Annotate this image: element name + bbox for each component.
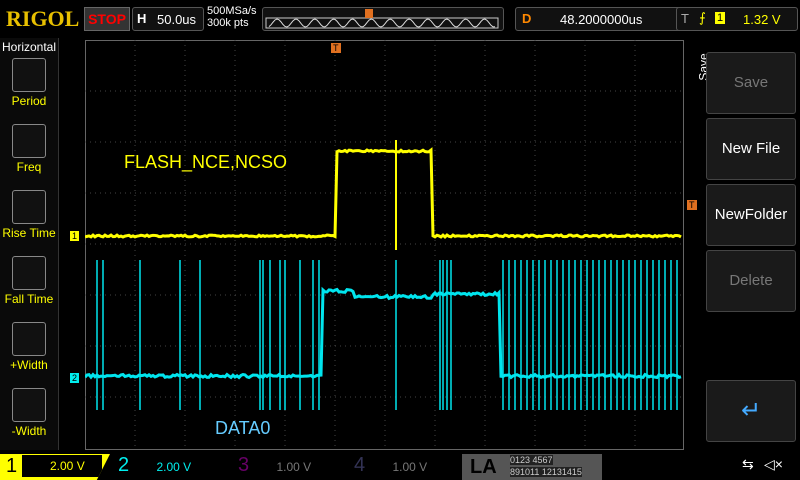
- measure-icon: [12, 388, 46, 422]
- delay-box[interactable]: D 48.2000000us: [515, 7, 697, 31]
- delay-value: 48.2000000us: [560, 12, 642, 27]
- ch4-num: 4: [354, 454, 365, 476]
- trigger-level-marker[interactable]: T: [687, 200, 697, 210]
- delete-button[interactable]: Delete: [706, 250, 796, 312]
- measure-icon: [12, 190, 46, 224]
- menu-item-label: Freq: [17, 160, 42, 174]
- run-stop-status[interactable]: STOP: [84, 7, 130, 31]
- ch2-num: 2: [118, 454, 129, 476]
- timebase-value: 50.0us: [157, 12, 196, 27]
- measure-icon: [12, 256, 46, 290]
- ch1-num: 1: [6, 455, 17, 478]
- menu-item-period[interactable]: Period: [2, 58, 56, 108]
- return-arrow-icon: ↵: [741, 397, 761, 424]
- la-label: LA: [470, 456, 497, 479]
- t-label: T: [681, 11, 689, 26]
- annotation-ch1: FLASH_NCE,NCSO: [124, 152, 287, 173]
- trigger-position-marker[interactable]: T: [331, 43, 341, 53]
- ch2-trace: [85, 290, 681, 378]
- overview-wave: [263, 8, 503, 30]
- menu-item-freq[interactable]: Freq: [2, 124, 56, 174]
- h-label: H: [137, 11, 146, 26]
- rising-edge-icon: ⨍: [699, 10, 706, 26]
- waveform-grid: [85, 40, 685, 450]
- timebase-box[interactable]: H 50.0us: [132, 7, 204, 31]
- menu-item-fall-time[interactable]: Fall Time: [2, 256, 56, 306]
- la-row1: 0123 4567: [510, 455, 553, 465]
- menu-item--width[interactable]: -Width: [2, 388, 56, 438]
- new-file-button[interactable]: New File: [706, 118, 796, 180]
- trigger-level: 1.32 V: [743, 12, 781, 27]
- memory-depth: 300k pts: [207, 17, 257, 29]
- measure-icon: [12, 322, 46, 356]
- trigger-box[interactable]: T ⨍ 1 1.32 V: [676, 7, 798, 31]
- rigol-logo: RIGOL: [6, 6, 79, 32]
- la-row2: 891011 12131415: [510, 467, 582, 477]
- annotation-ch2: DATA0: [215, 418, 270, 439]
- ch2-scale: 2.00 V: [156, 460, 191, 474]
- ch4-scale: 1.00 V: [392, 460, 427, 474]
- ch3-scale: 1.00 V: [276, 460, 311, 474]
- acq-info: 500MSa/s 300k pts: [207, 5, 257, 29]
- menu-item-label: -Width: [12, 424, 47, 438]
- ch2-marker[interactable]: 2: [70, 373, 79, 383]
- measure-icon: [12, 58, 46, 92]
- ch1-setting[interactable]: 1 2.00 V: [0, 454, 110, 480]
- menu-item-label: Period: [12, 94, 47, 108]
- la-setting[interactable]: LA 0123 4567 891011 12131415: [462, 454, 602, 480]
- menu-item-rise-time[interactable]: Rise Time: [2, 190, 56, 240]
- speaker-mute-icon[interactable]: ◁×: [764, 456, 783, 473]
- menu-item-label: +Width: [10, 358, 48, 372]
- ch2-setting[interactable]: 2 2.00 V: [118, 454, 191, 480]
- menu-item-label: Fall Time: [5, 292, 54, 306]
- ch4-setting[interactable]: 4 1.00 V: [354, 454, 427, 480]
- trigger-source: 1: [715, 12, 725, 24]
- usb-icon: ⇆: [742, 456, 754, 473]
- menu-item-label: Rise Time: [2, 226, 55, 240]
- menu-item--width[interactable]: +Width: [2, 322, 56, 372]
- ch1-scale: 2.00 V: [22, 455, 102, 477]
- measure-icon: [12, 124, 46, 158]
- ch3-num: 3: [238, 454, 249, 476]
- new-folder-button[interactable]: NewFolder: [706, 184, 796, 246]
- enter-button[interactable]: ↵: [706, 380, 796, 442]
- d-label: D: [522, 11, 531, 26]
- save-button[interactable]: Save: [706, 52, 796, 114]
- ch1-marker[interactable]: 1: [70, 231, 79, 241]
- sample-rate: 500MSa/s: [207, 5, 257, 17]
- ch3-setting[interactable]: 3 1.00 V: [238, 454, 311, 480]
- menu-title: Horizontal: [2, 40, 56, 54]
- waveform-overview[interactable]: [262, 7, 504, 31]
